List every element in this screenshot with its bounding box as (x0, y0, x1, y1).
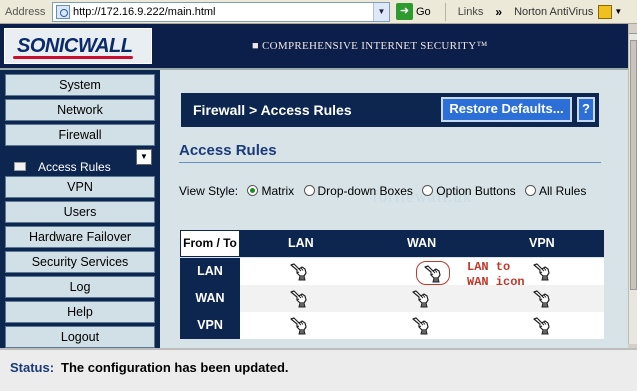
page-title-bar: Firewall > Access Rules Restore Defaults… (181, 93, 599, 127)
vpn-to-lan-rule-icon[interactable] (288, 315, 308, 335)
access-rules-matrix: LAN WAN VPN From / To LAN WAN VPN LAN to… (180, 230, 604, 340)
annotation-line-1: LAN to (467, 260, 511, 274)
sidebar-item-firewall[interactable]: Firewall (5, 124, 155, 146)
matrix-col-vpn: VPN (529, 236, 555, 250)
sidebar-item-security-services[interactable]: Security Services (5, 251, 155, 273)
status-label: Status: (10, 360, 55, 375)
tagline-mark: ■ (252, 40, 259, 52)
sidebar-item-vpn[interactable]: VPN (5, 176, 155, 198)
sidebar-item-log[interactable]: Log (5, 276, 155, 298)
scroll-up-arrow[interactable] (629, 24, 637, 34)
header-banner: SONICWALL ■ COMPREHENSIVE INTERNET SECUR… (0, 24, 628, 70)
sidebar-item-hardware-failover[interactable]: Hardware Failover (5, 226, 155, 248)
sidebar-item-logout[interactable]: Logout (5, 326, 155, 348)
toolbar-divider (444, 2, 446, 21)
radio-matrix[interactable] (247, 185, 259, 196)
status-message: The configuration has been updated. (61, 360, 289, 375)
go-arrow-icon: ➜ (396, 3, 413, 20)
matrix-header-row: LAN WAN VPN (180, 230, 604, 257)
wan-to-lan-rule-icon[interactable] (288, 288, 308, 308)
section-title: Access Rules (179, 142, 277, 159)
vpn-to-wan-rule-icon[interactable] (410, 315, 430, 335)
radio-all-rules[interactable] (524, 185, 536, 196)
sidebar-item-network[interactable]: Network (5, 99, 155, 121)
folder-icon (14, 162, 26, 171)
matrix-col-lan: LAN (288, 236, 314, 250)
help-button[interactable]: ? (577, 97, 595, 122)
norton-dropdown-icon[interactable]: ▼ (614, 7, 622, 16)
view-style-options: View Style: Matrix Drop-down Boxes Optio… (179, 183, 599, 199)
sonicwall-logo: SONICWALL (4, 28, 152, 64)
logo-swoosh (13, 56, 133, 59)
main-content: Firewall > Access Rules Restore Defaults… (160, 70, 628, 348)
matrix-corner: From / To (180, 230, 240, 257)
logo-text: SONICWALL (17, 35, 133, 57)
page-title: Firewall > Access Rules (193, 102, 352, 118)
norton-antivirus-button[interactable]: Norton AntiVirus (514, 6, 593, 18)
links-button[interactable]: Links (458, 6, 484, 18)
matrix-col-wan: WAN (407, 236, 437, 250)
sidebar-item-system[interactable]: System (5, 74, 155, 96)
address-url[interactable]: http://172.16.9.222/main.html (73, 6, 215, 18)
annotation-label: LAN to WAN icon (467, 260, 525, 290)
page-icon (56, 4, 70, 19)
browser-address-bar: Address http://172.16.9.222/main.html ▼ … (0, 0, 637, 24)
sidebar-item-help[interactable]: Help (5, 301, 155, 323)
links-chevron-icon[interactable]: » (495, 5, 502, 19)
lan-to-wan-highlight-circle (416, 261, 450, 285)
norton-icon[interactable] (598, 4, 613, 19)
radio-option-buttons-label[interactable]: Option Buttons (436, 184, 515, 198)
matrix-row-wan: WAN (180, 285, 240, 312)
scrollbar-thumb[interactable] (630, 40, 637, 290)
tagline-tm: ™ (476, 40, 488, 52)
matrix-row-lan: LAN (180, 258, 240, 285)
address-dropdown-icon[interactable]: ▼ (373, 2, 389, 21)
address-input[interactable]: http://172.16.9.222/main.html ▼ (52, 1, 390, 22)
view-style-label: View Style: (179, 184, 239, 198)
radio-option-buttons[interactable] (422, 185, 434, 196)
tagline-text: COMPREHENSIVE INTERNET SECURITY (262, 40, 477, 52)
lan-to-vpn-rule-icon[interactable] (531, 261, 551, 281)
radio-matrix-label[interactable]: Matrix (261, 184, 294, 198)
address-label: Address (5, 5, 46, 18)
submenu-dropdown-icon[interactable]: ▼ (136, 149, 152, 165)
wan-to-vpn-rule-icon[interactable] (531, 288, 551, 308)
radio-all-rules-label[interactable]: All Rules (539, 184, 586, 198)
go-button[interactable]: ➜ Go (396, 3, 431, 20)
matrix-row-vpn: VPN (180, 312, 240, 339)
tagline: ■ COMPREHENSIVE INTERNET SECURITY™ (252, 40, 488, 52)
status-bar: Status: The configuration has been updat… (0, 348, 637, 391)
go-label: Go (416, 5, 431, 18)
annotation-line-2: WAN icon (467, 275, 525, 289)
radio-dropdown-boxes[interactable] (303, 185, 315, 196)
restore-defaults-button[interactable]: Restore Defaults... (441, 97, 572, 122)
sidebar-nav: System Network Firewall Access Rules ▼ V… (0, 70, 160, 348)
section-divider (179, 162, 601, 163)
page-scrollbar[interactable] (628, 24, 637, 344)
sidebar-subitem-label: Access Rules (38, 160, 111, 174)
sidebar-item-users[interactable]: Users (5, 201, 155, 223)
wan-to-wan-rule-icon[interactable] (410, 288, 430, 308)
lan-to-lan-rule-icon[interactable] (288, 261, 308, 281)
radio-dropdown-boxes-label[interactable]: Drop-down Boxes (318, 184, 413, 198)
vpn-to-vpn-rule-icon[interactable] (531, 315, 551, 335)
